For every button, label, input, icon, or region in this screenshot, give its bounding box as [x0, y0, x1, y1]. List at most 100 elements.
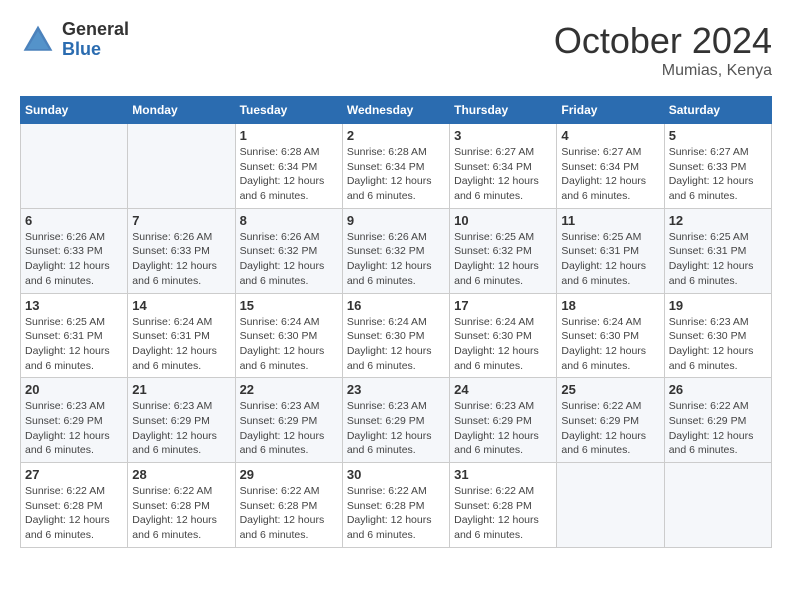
- day-info: Sunrise: 6:26 AM Sunset: 6:32 PM Dayligh…: [347, 230, 445, 289]
- day-info: Sunrise: 6:25 AM Sunset: 6:31 PM Dayligh…: [561, 230, 659, 289]
- day-info: Sunrise: 6:25 AM Sunset: 6:31 PM Dayligh…: [669, 230, 767, 289]
- day-info: Sunrise: 6:23 AM Sunset: 6:29 PM Dayligh…: [347, 399, 445, 458]
- day-info: Sunrise: 6:22 AM Sunset: 6:28 PM Dayligh…: [25, 484, 123, 543]
- calendar-cell: 6Sunrise: 6:26 AM Sunset: 6:33 PM Daylig…: [21, 208, 128, 293]
- calendar-cell: 18Sunrise: 6:24 AM Sunset: 6:30 PM Dayli…: [557, 293, 664, 378]
- day-number: 14: [132, 298, 230, 313]
- day-number: 23: [347, 382, 445, 397]
- calendar-cell: [21, 124, 128, 209]
- day-info: Sunrise: 6:28 AM Sunset: 6:34 PM Dayligh…: [240, 145, 338, 204]
- week-row-4: 27 Sunrise: 6:22 AM Sunset: 6:28 PM Dayli…: [21, 463, 772, 548]
- week-row-0: 1 Sunrise: 6:28 AM Sunset: 6:34 PM Daylig…: [21, 124, 772, 209]
- day-info: Sunrise: 6:22 AM Sunset: 6:28 PM Dayligh…: [347, 484, 445, 543]
- calendar-cell: 4 Sunrise: 6:27 AM Sunset: 6:34 PM Daylig…: [557, 124, 664, 209]
- day-number: 25: [561, 382, 659, 397]
- logo-icon: [20, 22, 56, 58]
- day-info: Sunrise: 6:23 AM Sunset: 6:30 PM Dayligh…: [669, 315, 767, 374]
- day-info: Sunrise: 6:22 AM Sunset: 6:28 PM Dayligh…: [240, 484, 338, 543]
- calendar-cell: 22 Sunrise: 6:23 AM Sunset: 6:29 PM Dayli…: [235, 378, 342, 463]
- day-number: 30: [347, 467, 445, 482]
- calendar-cell: 26Sunrise: 6:22 AM Sunset: 6:29 PM Dayli…: [664, 378, 771, 463]
- calendar-cell: [128, 124, 235, 209]
- day-number: 29: [240, 467, 338, 482]
- logo-general: General: [62, 19, 129, 39]
- day-info: Sunrise: 6:24 AM Sunset: 6:30 PM Dayligh…: [561, 315, 659, 374]
- day-number: 4: [561, 128, 659, 143]
- header-wednesday: Wednesday: [342, 97, 449, 124]
- day-number: 17: [454, 298, 552, 313]
- calendar-cell: 15 Sunrise: 6:24 AM Sunset: 6:30 PM Dayli…: [235, 293, 342, 378]
- day-info: Sunrise: 6:22 AM Sunset: 6:28 PM Dayligh…: [132, 484, 230, 543]
- day-info: Sunrise: 6:26 AM Sunset: 6:32 PM Dayligh…: [240, 230, 338, 289]
- day-info: Sunrise: 6:28 AM Sunset: 6:34 PM Dayligh…: [347, 145, 445, 204]
- day-number: 22: [240, 382, 338, 397]
- calendar-cell: 2 Sunrise: 6:28 AM Sunset: 6:34 PM Daylig…: [342, 124, 449, 209]
- week-row-1: 6Sunrise: 6:26 AM Sunset: 6:33 PM Daylig…: [21, 208, 772, 293]
- day-number: 13: [25, 298, 123, 313]
- calendar-cell: 31Sunrise: 6:22 AM Sunset: 6:28 PM Dayli…: [450, 463, 557, 548]
- calendar-cell: 23 Sunrise: 6:23 AM Sunset: 6:29 PM Dayli…: [342, 378, 449, 463]
- calendar-cell: 24 Sunrise: 6:23 AM Sunset: 6:29 PM Dayli…: [450, 378, 557, 463]
- day-number: 15: [240, 298, 338, 313]
- calendar-cell: 1 Sunrise: 6:28 AM Sunset: 6:34 PM Daylig…: [235, 124, 342, 209]
- day-info: Sunrise: 6:23 AM Sunset: 6:29 PM Dayligh…: [454, 399, 552, 458]
- calendar-cell: [557, 463, 664, 548]
- day-number: 12: [669, 213, 767, 228]
- calendar-cell: 13 Sunrise: 6:25 AM Sunset: 6:31 PM Dayli…: [21, 293, 128, 378]
- day-number: 5: [669, 128, 767, 143]
- calendar-cell: 17 Sunrise: 6:24 AM Sunset: 6:30 PM Dayli…: [450, 293, 557, 378]
- day-info: Sunrise: 6:25 AM Sunset: 6:32 PM Dayligh…: [454, 230, 552, 289]
- day-info: Sunrise: 6:22 AM Sunset: 6:29 PM Dayligh…: [561, 399, 659, 458]
- day-number: 16: [347, 298, 445, 313]
- calendar-cell: 14 Sunrise: 6:24 AM Sunset: 6:31 PM Dayli…: [128, 293, 235, 378]
- title-block: October 2024 Mumias, Kenya: [554, 20, 772, 80]
- day-info: Sunrise: 6:22 AM Sunset: 6:29 PM Dayligh…: [669, 399, 767, 458]
- header-sunday: Sunday: [21, 97, 128, 124]
- day-info: Sunrise: 6:24 AM Sunset: 6:31 PM Dayligh…: [132, 315, 230, 374]
- day-number: 27: [25, 467, 123, 482]
- calendar-cell: 19 Sunrise: 6:23 AM Sunset: 6:30 PM Dayli…: [664, 293, 771, 378]
- day-info: Sunrise: 6:25 AM Sunset: 6:31 PM Dayligh…: [25, 315, 123, 374]
- calendar-cell: 11 Sunrise: 6:25 AM Sunset: 6:31 PM Dayli…: [557, 208, 664, 293]
- header-saturday: Saturday: [664, 97, 771, 124]
- logo: General Blue: [20, 20, 129, 60]
- day-info: Sunrise: 6:26 AM Sunset: 6:33 PM Dayligh…: [25, 230, 123, 289]
- calendar-cell: 3 Sunrise: 6:27 AM Sunset: 6:34 PM Daylig…: [450, 124, 557, 209]
- header-monday: Monday: [128, 97, 235, 124]
- day-info: Sunrise: 6:27 AM Sunset: 6:33 PM Dayligh…: [669, 145, 767, 204]
- calendar-cell: 8Sunrise: 6:26 AM Sunset: 6:32 PM Daylig…: [235, 208, 342, 293]
- day-info: Sunrise: 6:22 AM Sunset: 6:28 PM Dayligh…: [454, 484, 552, 543]
- day-number: 21: [132, 382, 230, 397]
- day-info: Sunrise: 6:24 AM Sunset: 6:30 PM Dayligh…: [240, 315, 338, 374]
- page-header: General Blue October 2024 Mumias, Kenya: [20, 20, 772, 80]
- calendar-cell: 25 Sunrise: 6:22 AM Sunset: 6:29 PM Dayli…: [557, 378, 664, 463]
- day-number: 2: [347, 128, 445, 143]
- week-row-3: 20Sunrise: 6:23 AM Sunset: 6:29 PM Dayli…: [21, 378, 772, 463]
- day-info: Sunrise: 6:24 AM Sunset: 6:30 PM Dayligh…: [454, 315, 552, 374]
- day-number: 24: [454, 382, 552, 397]
- day-info: Sunrise: 6:27 AM Sunset: 6:34 PM Dayligh…: [561, 145, 659, 204]
- day-info: Sunrise: 6:23 AM Sunset: 6:29 PM Dayligh…: [25, 399, 123, 458]
- calendar-cell: 21Sunrise: 6:23 AM Sunset: 6:29 PM Dayli…: [128, 378, 235, 463]
- header-thursday: Thursday: [450, 97, 557, 124]
- day-info: Sunrise: 6:23 AM Sunset: 6:29 PM Dayligh…: [240, 399, 338, 458]
- header-tuesday: Tuesday: [235, 97, 342, 124]
- day-number: 3: [454, 128, 552, 143]
- day-info: Sunrise: 6:24 AM Sunset: 6:30 PM Dayligh…: [347, 315, 445, 374]
- calendar-cell: [664, 463, 771, 548]
- calendar-cell: 29 Sunrise: 6:22 AM Sunset: 6:28 PM Dayli…: [235, 463, 342, 548]
- calendar-cell: 27 Sunrise: 6:22 AM Sunset: 6:28 PM Dayli…: [21, 463, 128, 548]
- calendar-cell: 12 Sunrise: 6:25 AM Sunset: 6:31 PM Dayli…: [664, 208, 771, 293]
- day-number: 9: [347, 213, 445, 228]
- day-number: 28: [132, 467, 230, 482]
- day-number: 11: [561, 213, 659, 228]
- calendar-cell: 30 Sunrise: 6:22 AM Sunset: 6:28 PM Dayli…: [342, 463, 449, 548]
- calendar-table: SundayMondayTuesdayWednesdayThursdayFrid…: [20, 96, 772, 548]
- header-friday: Friday: [557, 97, 664, 124]
- day-number: 10: [454, 213, 552, 228]
- day-info: Sunrise: 6:27 AM Sunset: 6:34 PM Dayligh…: [454, 145, 552, 204]
- calendar-cell: 10 Sunrise: 6:25 AM Sunset: 6:32 PM Dayli…: [450, 208, 557, 293]
- day-number: 1: [240, 128, 338, 143]
- day-number: 19: [669, 298, 767, 313]
- logo-text: General Blue: [62, 20, 129, 60]
